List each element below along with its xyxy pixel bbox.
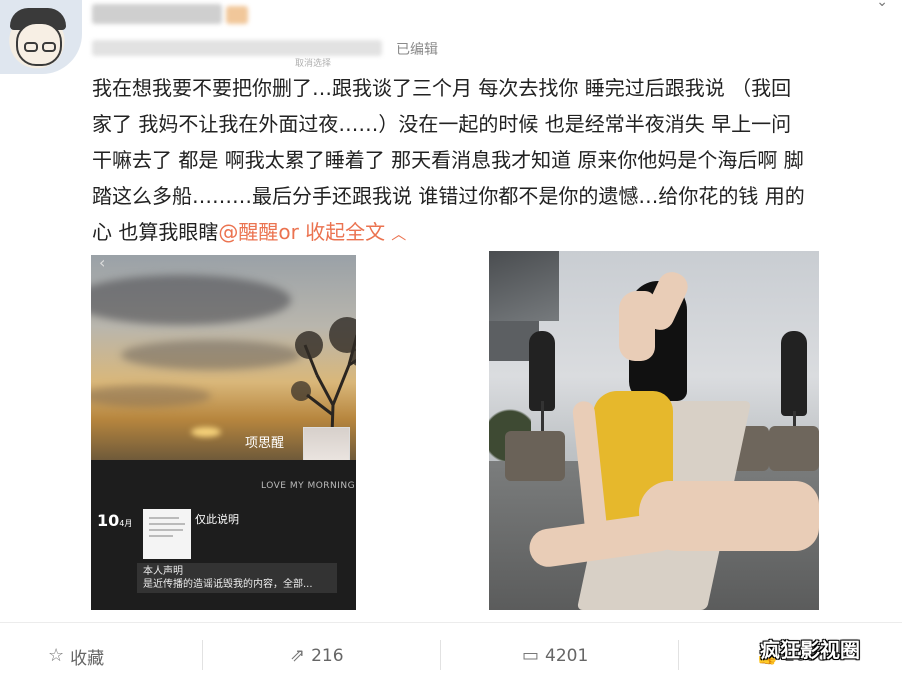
feed-date: 104月: [97, 511, 132, 530]
post-menu-chevron-icon[interactable]: ⌄: [876, 0, 888, 10]
feed-caption: 仅此说明: [195, 513, 239, 526]
action-separator: [202, 640, 203, 670]
star-icon: ☆: [48, 645, 65, 666]
feed-date-month: 4月: [119, 519, 133, 528]
cloud: [91, 385, 211, 407]
collapse-text-link[interactable]: 收起全文: [305, 220, 385, 244]
sun: [191, 427, 221, 437]
share-icon: ⇗: [290, 645, 306, 666]
mention-link[interactable]: @醒醒or: [218, 220, 298, 244]
footer-divider: [0, 622, 902, 623]
comment-button[interactable]: ▭ 4201: [522, 645, 588, 667]
avatar[interactable]: [0, 0, 82, 74]
chevron-up-icon[interactable]: ︿: [391, 225, 406, 243]
back-chevron-icon: ‹: [99, 255, 106, 272]
watermark: 疯狂影视圈: [760, 638, 860, 662]
repost-button[interactable]: ⇗ 216: [290, 645, 344, 667]
selection-tip: 取消选择: [295, 59, 332, 69]
avatar-glasses-left: [24, 42, 38, 52]
avatar-glasses-right: [42, 42, 56, 52]
favorite-label: 收藏: [70, 648, 105, 669]
comment-count: 4201: [545, 646, 589, 666]
action-separator: [678, 640, 679, 670]
building-roof: [489, 251, 559, 321]
post-text-line-5-prefix: 心 也算我眼瞎: [92, 220, 219, 244]
edited-label: 已编辑: [396, 42, 438, 58]
post-text: 我在想我要不要把你删了…跟我谈了三个月 每次去找你 睡完过后跟我说 （我回 家了…: [92, 70, 892, 252]
post-text-line-1: 我在想我要不要把你删了…跟我谈了三个月 每次去找你 睡完过后跟我说 （我回: [92, 76, 792, 100]
post-meta-blurred: [92, 40, 382, 56]
action-separator: [440, 640, 441, 670]
feed-date-day: 10: [97, 511, 120, 530]
favorite-button[interactable]: ☆ 收藏: [48, 645, 105, 669]
avatar-face: [16, 22, 62, 66]
parasol-right: [781, 331, 807, 416]
post-text-line-4: 踏这么多船………最后分手还跟我说 谁错过你都不是你的遗憾…给你花的钱 用的: [92, 184, 805, 208]
comment-icon: ▭: [522, 645, 540, 666]
post-text-line-5: 心 也算我眼瞎@醒醒or 收起全文 ︿: [92, 214, 892, 252]
post-image-1[interactable]: 项思醒 ‹ LOVE MY MORNING 104月 仅此说明 本人声明 是近传…: [91, 255, 356, 610]
lounger-left: [505, 431, 565, 481]
user-badge-blurred: [226, 6, 248, 24]
post-text-line-2: 家了 我妈不让我在外面过夜……）没在一起的时候 也是经常半夜消失 早上一问: [92, 112, 792, 136]
statement-box: 本人声明 是近传播的造谣诋毁我的内容，全部...: [137, 563, 337, 593]
profile-name-tag: 项思醒: [245, 436, 285, 451]
statement-title: 本人声明: [143, 566, 183, 577]
repost-count: 216: [311, 646, 344, 666]
username-blurred[interactable]: [92, 4, 222, 24]
document-thumbnail: [143, 509, 191, 559]
sunset-sky: 项思醒 ‹: [91, 255, 356, 473]
signature-text: LOVE MY MORNING: [261, 481, 356, 491]
cloud: [91, 275, 291, 325]
lounger-right: [769, 426, 819, 471]
parasol-left: [529, 331, 555, 411]
statement-text: 是近传播的造谣诋毁我的内容，全部...: [143, 579, 313, 590]
cloud: [121, 340, 301, 370]
post-image-2[interactable]: [489, 251, 819, 610]
post-text-line-3: 干嘛去了 都是 啊我太累了睡着了 那天看消息我才知道 原来你他妈是个海后啊 脚: [92, 148, 804, 172]
